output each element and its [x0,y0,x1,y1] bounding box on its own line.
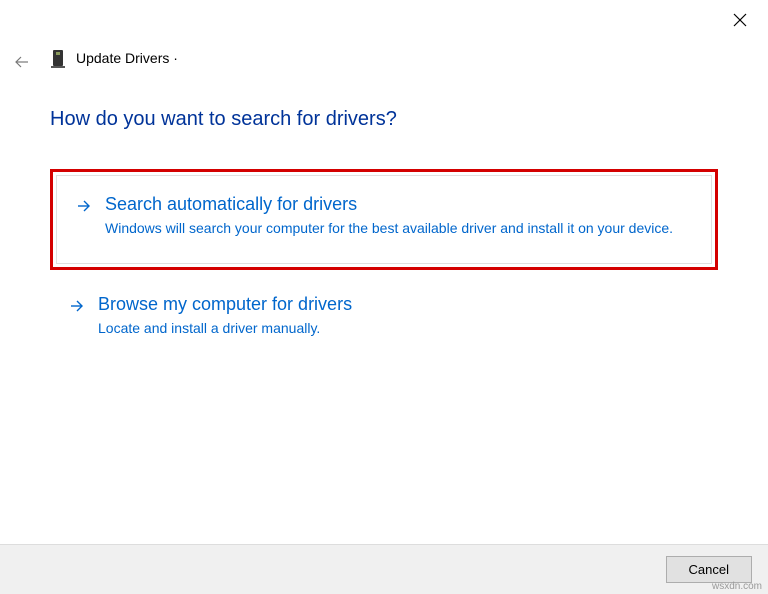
close-icon [733,13,747,27]
option-description: Windows will search your computer for th… [105,219,691,239]
close-button[interactable] [730,10,750,30]
arrow-right-icon [77,199,91,218]
back-arrow-icon [14,54,30,70]
cancel-button[interactable]: Cancel [666,556,752,583]
arrow-right-icon [70,299,84,318]
option-browse-computer[interactable]: Browse my computer for drivers Locate an… [50,288,718,351]
highlighted-option-box: Search automatically for drivers Windows… [50,169,718,270]
option-title: Browse my computer for drivers [98,294,698,315]
back-button[interactable] [12,52,32,72]
update-drivers-dialog: Update Drivers · How do you want to sear… [0,0,768,594]
dialog-footer: Cancel [0,544,768,594]
question-heading: How do you want to search for drivers? [50,108,718,131]
device-icon [50,48,66,70]
dialog-title: Update Drivers · [76,50,178,66]
option-title: Search automatically for drivers [105,194,691,215]
option-text-block: Browse my computer for drivers Locate an… [98,294,698,339]
option-search-automatically[interactable]: Search automatically for drivers Windows… [56,175,712,264]
watermark-text: wsxdn.com [712,581,762,592]
option-text-block: Search automatically for drivers Windows… [105,194,691,239]
content-area: How do you want to search for drivers? S… [50,108,718,350]
option-description: Locate and install a driver manually. [98,319,698,339]
